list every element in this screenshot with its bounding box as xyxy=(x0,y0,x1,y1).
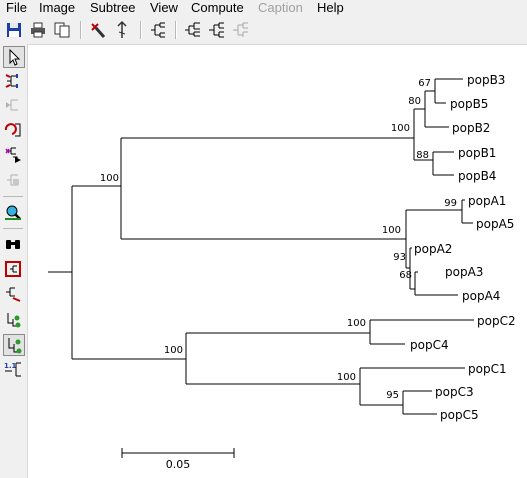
bootstrap-value: 93 xyxy=(393,252,406,263)
bootstrap-value: 88 xyxy=(416,150,429,161)
bootstrap-value: 80 xyxy=(408,96,421,107)
tree-branches xyxy=(48,78,474,415)
taxon-label: popB5 xyxy=(450,97,488,111)
bootstrap-value: 95 xyxy=(386,390,399,401)
taxon-label: popA1 xyxy=(468,194,506,208)
taxon-label: popC4 xyxy=(410,338,449,352)
bootstrap-value: 100 xyxy=(391,123,410,134)
bootstrap-value: 67 xyxy=(418,78,431,89)
bootstrap-value: 100 xyxy=(347,318,366,329)
bootstrap-value: 99 xyxy=(444,198,457,209)
taxon-label: popC5 xyxy=(440,408,479,422)
taxon-label: popA5 xyxy=(476,217,514,231)
taxon-label: popA4 xyxy=(462,289,500,303)
taxon-label: popA2 xyxy=(414,242,452,256)
taxon-label: popB4 xyxy=(458,169,496,183)
taxon-label: popB2 xyxy=(452,121,490,135)
taxon-label: popC2 xyxy=(477,314,516,328)
scale-bar-label: 0.05 xyxy=(166,458,191,471)
taxon-label: popC1 xyxy=(468,362,507,376)
phylogenetic-tree: popB3 popB5 popB2 popB1 popB4 popA1 popA… xyxy=(48,73,516,471)
taxon-label: popA3 xyxy=(445,265,483,279)
taxon-labels: popB3 popB5 popB2 popB1 popB4 popA1 popA… xyxy=(410,73,516,422)
bootstrap-value: 100 xyxy=(164,345,183,356)
bootstrap-value: 100 xyxy=(337,372,356,383)
bootstrap-value: 100 xyxy=(100,173,119,184)
scale-bar: 0.05 xyxy=(121,448,235,471)
taxon-label: popB1 xyxy=(458,146,496,160)
bootstrap-value: 68 xyxy=(399,270,412,281)
taxon-label: popB3 xyxy=(467,73,505,87)
taxon-label: popC3 xyxy=(435,385,474,399)
bootstrap-value: 100 xyxy=(382,225,401,236)
